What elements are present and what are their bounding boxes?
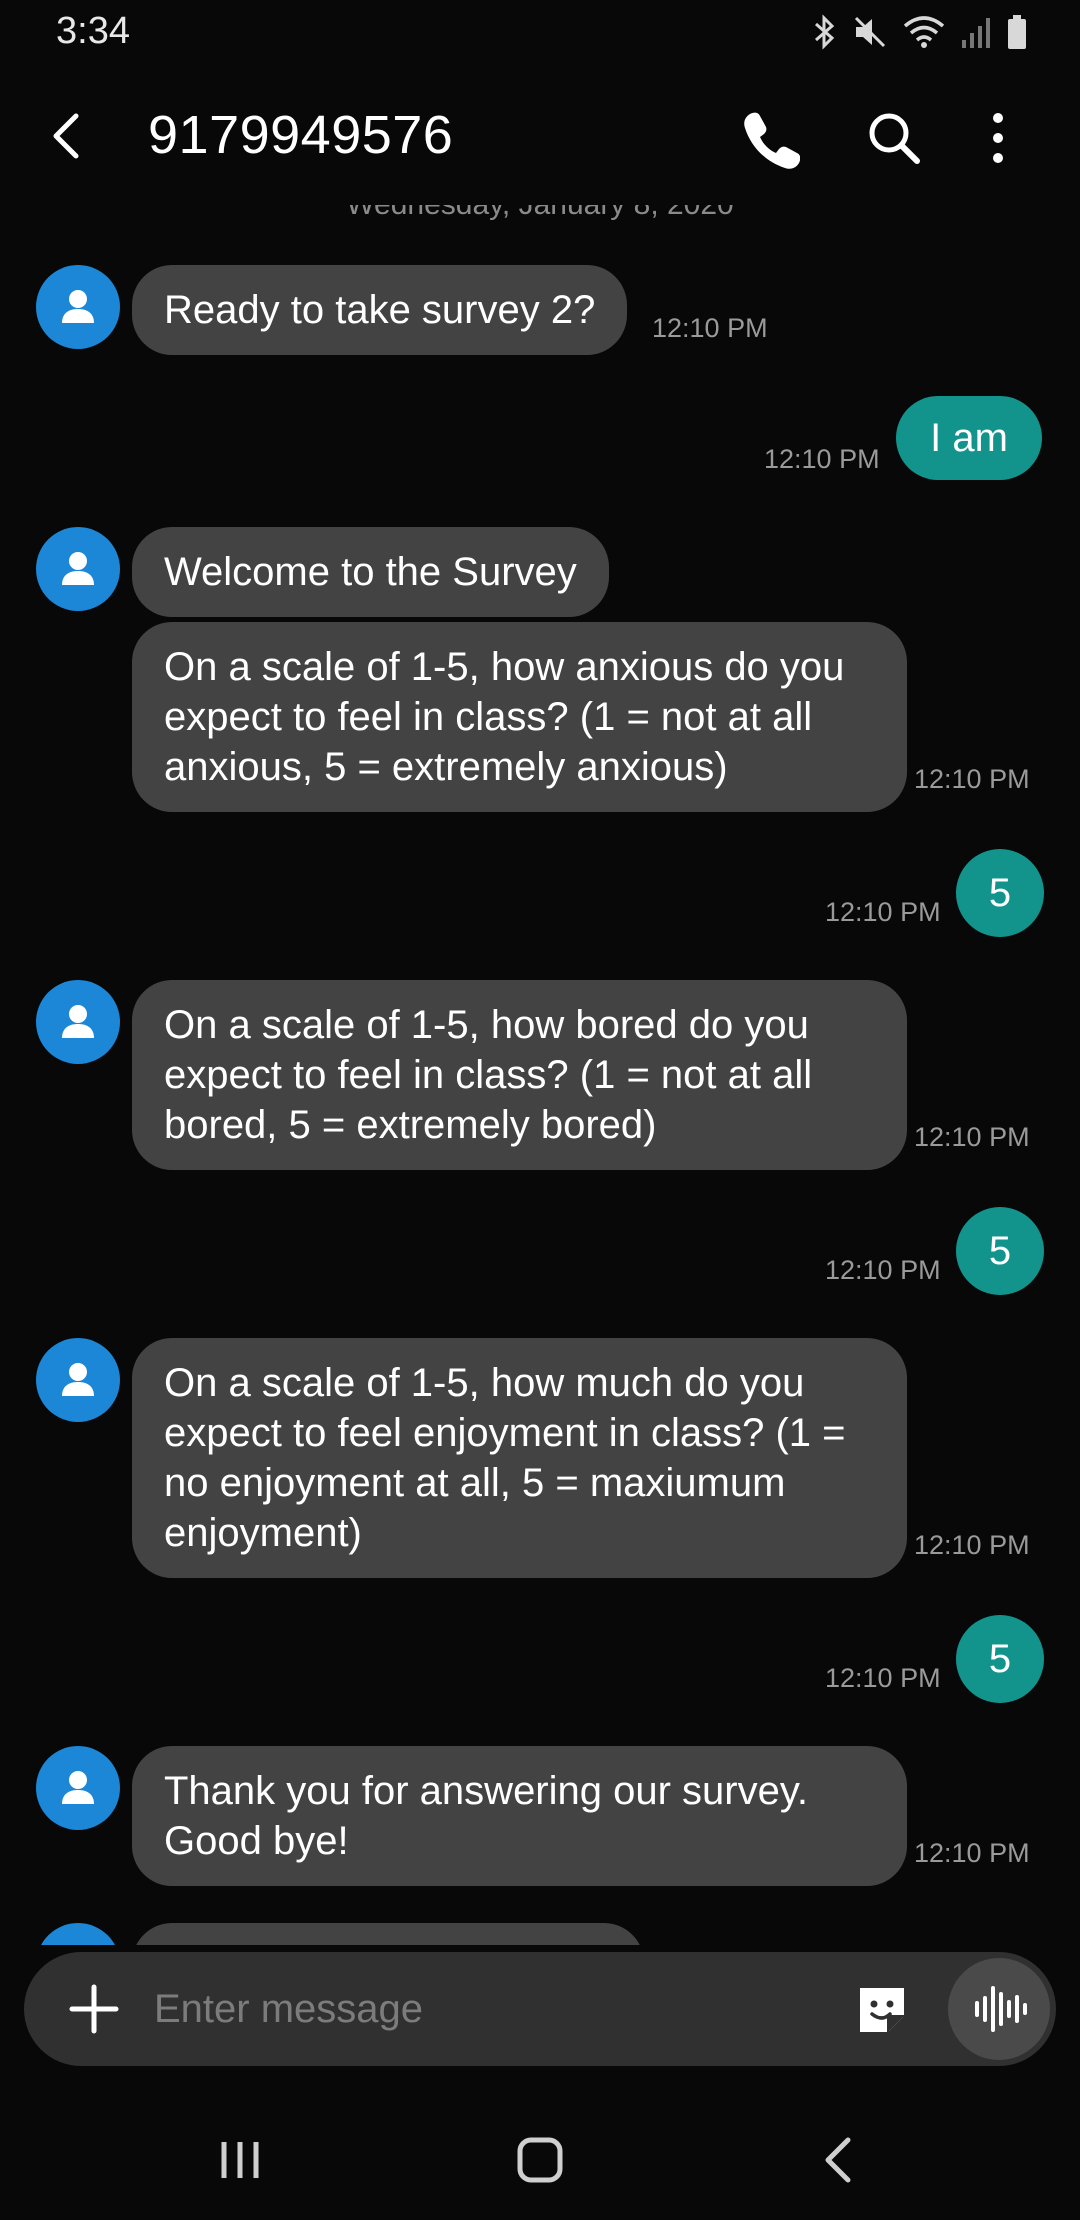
mute-icon (854, 16, 886, 48)
incoming-message[interactable]: On a scale of 1-5, how much do you expec… (132, 1338, 907, 1578)
back-arrow-icon (53, 113, 79, 159)
message-timestamp: 12:10 PM (825, 1663, 941, 1693)
more-options-button[interactable] (966, 106, 1030, 170)
outgoing-message[interactable]: 5 (956, 1207, 1044, 1295)
contact-title[interactable]: 9179949576 (148, 104, 453, 166)
message-timestamp: 12:10 PM (825, 1255, 941, 1285)
message-timestamp: 12:10 PM (764, 444, 880, 474)
person-icon (62, 290, 94, 323)
recents-icon (221, 2142, 259, 2178)
home-icon (517, 2137, 563, 2183)
incoming-message[interactable]: On a scale of 1-5, how anxious do you ex… (132, 622, 907, 812)
more-vert-icon (993, 113, 1003, 163)
contact-avatar[interactable] (36, 265, 120, 349)
navigation-bar (0, 2100, 1080, 2220)
conversation-header: 9179949576 (0, 70, 1080, 205)
home-button[interactable] (510, 2130, 570, 2190)
battery-icon (1008, 15, 1026, 49)
incoming-message[interactable]: Welcome to the Survey (132, 527, 609, 617)
search-icon (869, 113, 920, 164)
message-input[interactable] (154, 1974, 834, 2044)
voice-icon (975, 1986, 1027, 2032)
person-icon (62, 1005, 94, 1038)
message-timestamp: 12:10 PM (825, 897, 941, 927)
status-time: 3:34 (56, 10, 130, 52)
incoming-message[interactable]: On a scale of 1-5, how bored do you expe… (132, 980, 907, 1170)
message-timestamp: 12:10 PM (914, 764, 1030, 794)
recents-button[interactable] (210, 2130, 270, 2190)
message-composer (24, 1952, 1056, 2066)
incoming-message-partial[interactable] (132, 1923, 644, 1945)
phone-icon (744, 112, 801, 169)
bluetooth-icon (815, 14, 835, 50)
sticker-icon (860, 1988, 904, 2032)
message-timestamp: 12:10 PM (914, 1122, 1030, 1152)
sticker-button[interactable] (854, 1982, 910, 2038)
status-bar: 3:34 (0, 0, 1080, 70)
search-button[interactable] (862, 106, 926, 170)
outgoing-message[interactable]: I am (896, 396, 1042, 480)
call-button[interactable] (736, 106, 801, 170)
wifi-icon (903, 16, 945, 48)
message-timestamp: 12:10 PM (914, 1530, 1030, 1560)
back-button[interactable] (38, 106, 98, 166)
plus-icon (69, 1984, 119, 2034)
person-icon (62, 552, 94, 585)
person-icon (62, 1771, 94, 1804)
outgoing-message[interactable]: 5 (956, 1615, 1044, 1703)
contact-avatar[interactable] (36, 1923, 120, 1945)
contact-avatar[interactable] (36, 980, 120, 1064)
message-list[interactable]: Ready to take survey 2? 12:10 PM I am 12… (0, 205, 1080, 1945)
message-timestamp: 12:10 PM (652, 313, 768, 343)
signal-icon (962, 18, 990, 48)
contact-avatar[interactable] (36, 1746, 120, 1830)
back-icon (825, 2137, 851, 2183)
person-icon (62, 1363, 94, 1396)
voice-record-button[interactable] (948, 1958, 1050, 2060)
outgoing-message[interactable]: 5 (956, 849, 1044, 937)
contact-avatar[interactable] (36, 527, 120, 611)
message-timestamp: 12:10 PM (914, 1838, 1030, 1868)
status-icons (812, 14, 1028, 50)
add-attachment-button[interactable] (64, 1979, 124, 2039)
incoming-message[interactable]: Ready to take survey 2? (132, 265, 628, 355)
incoming-message[interactable]: Thank you for answering our survey. Good… (132, 1746, 907, 1886)
system-back-button[interactable] (810, 2130, 870, 2190)
contact-avatar[interactable] (36, 1338, 120, 1422)
